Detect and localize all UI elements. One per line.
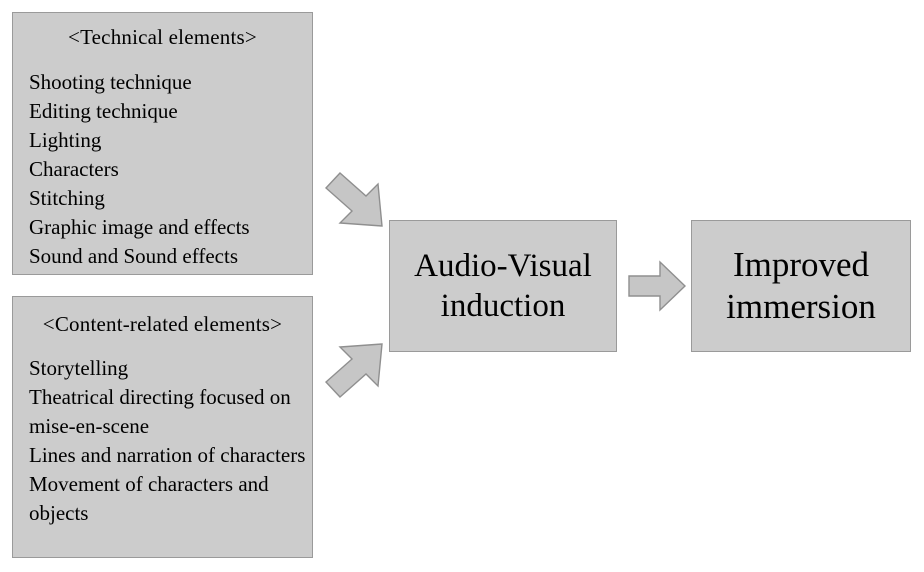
list-item: Theatrical directing focused on mise-en-…: [29, 385, 291, 438]
panel-technical-elements: <Technical elements> Shooting technique …: [12, 12, 313, 275]
list-item: Sound and Sound effects: [29, 244, 239, 268]
list-item: Graphic image and effects: [29, 215, 250, 239]
panel-technical-list: Shooting technique Editing technique Lig…: [13, 68, 312, 271]
list-item: Stitching: [29, 186, 105, 210]
panel-content-title: <Content-related elements>: [42, 312, 283, 336]
list-item: Lighting: [29, 128, 102, 152]
list-item: Storytelling: [29, 356, 129, 380]
block-arrow-up-right-icon: [318, 338, 394, 402]
panel-content-list: Storytelling Theatrical directing focuse…: [13, 354, 312, 528]
panel-technical-title: <Technical elements>: [68, 25, 257, 49]
process-box-immersion-label: Improved immersion: [726, 245, 876, 326]
list-item: Movement of characters and objects: [29, 472, 269, 525]
process-box-improved-immersion: Improved immersion: [691, 220, 911, 352]
block-arrow-down-right-icon: [318, 168, 394, 232]
list-item: Lines and narration of characters: [29, 443, 306, 467]
list-item: Editing technique: [29, 99, 178, 123]
list-item: Characters: [29, 157, 119, 181]
list-item: Shooting technique: [29, 70, 192, 94]
block-arrow-right-icon: [626, 258, 688, 314]
panel-content-related-elements: <Content-related elements> Storytelling …: [12, 296, 313, 558]
process-box-induction-label: Audio-Visual induction: [414, 248, 592, 324]
process-box-audio-visual-induction: Audio-Visual induction: [389, 220, 617, 352]
